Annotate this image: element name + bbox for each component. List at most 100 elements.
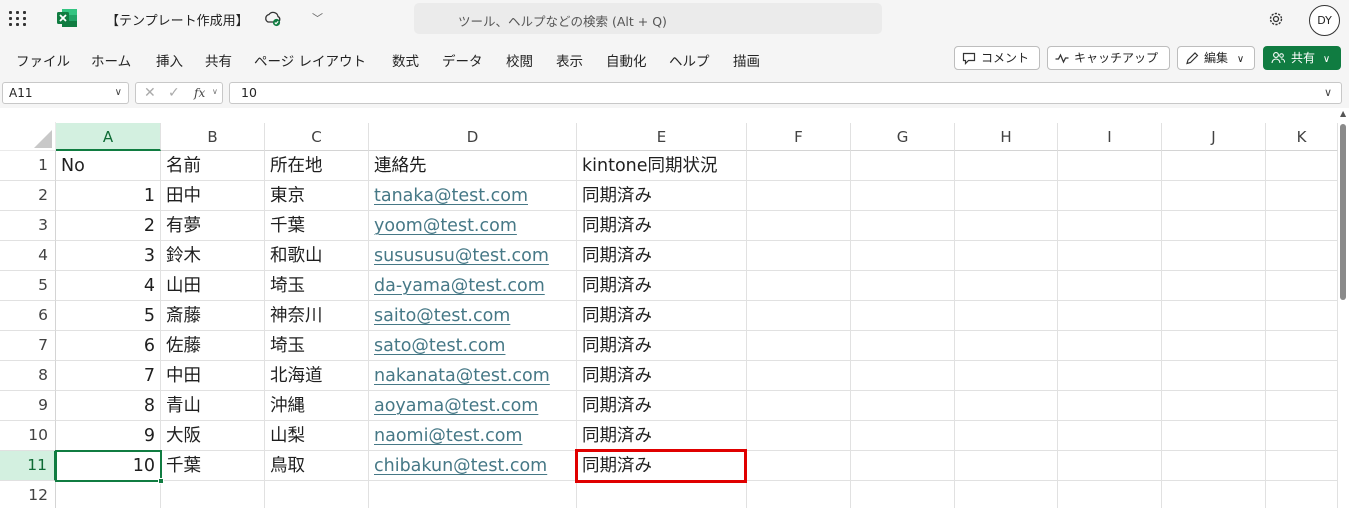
formula-input[interactable]: 10 ∨ [229, 82, 1342, 104]
cell-g10[interactable] [851, 421, 955, 451]
cell-f8[interactable] [747, 361, 851, 391]
gear-icon[interactable] [1266, 9, 1286, 29]
cell-a4[interactable]: 3 [56, 241, 161, 271]
cell-d12[interactable] [369, 481, 577, 508]
cell-c5[interactable]: 埼玉 [265, 271, 369, 301]
cell-j3[interactable] [1162, 211, 1266, 241]
row-header-9[interactable]: 9 [0, 391, 56, 421]
share-button[interactable]: 共有 ∨ [1263, 46, 1341, 70]
cell-a2[interactable]: 1 [56, 181, 161, 211]
row-header-7[interactable]: 7 [0, 331, 56, 361]
cell-f10[interactable] [747, 421, 851, 451]
cell-f5[interactable] [747, 271, 851, 301]
select-all-corner[interactable] [0, 122, 57, 152]
cell-j11[interactable] [1162, 451, 1266, 481]
cell-i1[interactable] [1058, 151, 1162, 181]
row-header-6[interactable]: 6 [0, 301, 56, 331]
chevron-down-icon[interactable]: ∨ [212, 87, 218, 96]
cell-a6[interactable]: 5 [56, 301, 161, 331]
cell-j4[interactable] [1162, 241, 1266, 271]
check-icon[interactable]: ✓ [168, 85, 180, 101]
cell-b7[interactable]: 佐藤 [161, 331, 265, 361]
cell-e10[interactable]: 同期済み [577, 421, 747, 451]
excel-icon[interactable] [56, 8, 78, 28]
chevron-down-icon[interactable]: ∨ [1324, 83, 1332, 103]
row-header-11[interactable]: 11 [0, 451, 56, 481]
scroll-up-icon[interactable]: ▲ [1340, 109, 1346, 118]
cell-f1[interactable] [747, 151, 851, 181]
cell-h1[interactable] [955, 151, 1058, 181]
row-header-10[interactable]: 10 [0, 421, 56, 451]
cell-f6[interactable] [747, 301, 851, 331]
row-header-2[interactable]: 2 [0, 181, 56, 211]
cell-e6[interactable]: 同期済み [577, 301, 747, 331]
cell-f11[interactable] [747, 451, 851, 481]
cell-k6[interactable] [1266, 301, 1338, 331]
comment-button[interactable]: コメント [954, 46, 1040, 70]
cell-c12[interactable] [265, 481, 369, 508]
column-header-j[interactable]: J [1162, 123, 1266, 151]
cell-h7[interactable] [955, 331, 1058, 361]
cell-d10[interactable]: naomi@test.com [369, 421, 577, 451]
cell-h12[interactable] [955, 481, 1058, 508]
cell-d5[interactable]: da-yama@test.com [369, 271, 577, 301]
cell-h8[interactable] [955, 361, 1058, 391]
search-input[interactable]: ツール、ヘルプなどの検索 (Alt + Q) [414, 3, 882, 34]
row-header-8[interactable]: 8 [0, 361, 56, 391]
row-header-4[interactable]: 4 [0, 241, 56, 271]
cell-c7[interactable]: 埼玉 [265, 331, 369, 361]
cell-i4[interactable] [1058, 241, 1162, 271]
cell-c8[interactable]: 北海道 [265, 361, 369, 391]
cell-j5[interactable] [1162, 271, 1266, 301]
cell-d11[interactable]: chibakun@test.com [369, 451, 577, 481]
cell-b3[interactable]: 有夢 [161, 211, 265, 241]
cell-b12[interactable] [161, 481, 265, 508]
cell-g7[interactable] [851, 331, 955, 361]
cell-j6[interactable] [1162, 301, 1266, 331]
cancel-icon[interactable]: ✕ [144, 85, 156, 101]
cell-j7[interactable] [1162, 331, 1266, 361]
cell-i3[interactable] [1058, 211, 1162, 241]
cell-g1[interactable] [851, 151, 955, 181]
column-header-d[interactable]: D [369, 123, 577, 151]
cell-k10[interactable] [1266, 421, 1338, 451]
chevron-down-icon[interactable]: ﹀ [312, 10, 323, 26]
cell-g6[interactable] [851, 301, 955, 331]
cell-a10[interactable]: 9 [56, 421, 161, 451]
cell-b8[interactable]: 中田 [161, 361, 265, 391]
cell-e8[interactable]: 同期済み [577, 361, 747, 391]
cell-d8[interactable]: nakanata@test.com [369, 361, 577, 391]
cell-k7[interactable] [1266, 331, 1338, 361]
cell-g3[interactable] [851, 211, 955, 241]
cell-g5[interactable] [851, 271, 955, 301]
cell-f4[interactable] [747, 241, 851, 271]
column-header-c[interactable]: C [265, 123, 369, 151]
cell-k11[interactable] [1266, 451, 1338, 481]
column-header-h[interactable]: H [955, 123, 1058, 151]
cell-a7[interactable]: 6 [56, 331, 161, 361]
cell-d4[interactable]: susususu@test.com [369, 241, 577, 271]
cell-b9[interactable]: 青山 [161, 391, 265, 421]
tab-draw[interactable]: 描画 [733, 50, 760, 70]
tab-page-layout[interactable]: ページ レイアウト [254, 50, 366, 70]
cell-a8[interactable]: 7 [56, 361, 161, 391]
cell-e12[interactable] [577, 481, 747, 508]
cell-k2[interactable] [1266, 181, 1338, 211]
row-header-5[interactable]: 5 [0, 271, 56, 301]
cell-a9[interactable]: 8 [56, 391, 161, 421]
cell-k5[interactable] [1266, 271, 1338, 301]
cell-e1[interactable]: kintone同期状況 [577, 151, 747, 181]
cell-b4[interactable]: 鈴木 [161, 241, 265, 271]
cell-k3[interactable] [1266, 211, 1338, 241]
cell-e3[interactable]: 同期済み [577, 211, 747, 241]
cell-e7[interactable]: 同期済み [577, 331, 747, 361]
cell-d2[interactable]: tanaka@test.com [369, 181, 577, 211]
cell-b2[interactable]: 田中 [161, 181, 265, 211]
row-header-12[interactable]: 12 [0, 481, 56, 508]
name-box[interactable]: A11 ∨ [2, 82, 129, 104]
cell-i12[interactable] [1058, 481, 1162, 508]
cell-f9[interactable] [747, 391, 851, 421]
tab-home[interactable]: ホーム [91, 50, 131, 70]
cell-c4[interactable]: 和歌山 [265, 241, 369, 271]
cell-h9[interactable] [955, 391, 1058, 421]
